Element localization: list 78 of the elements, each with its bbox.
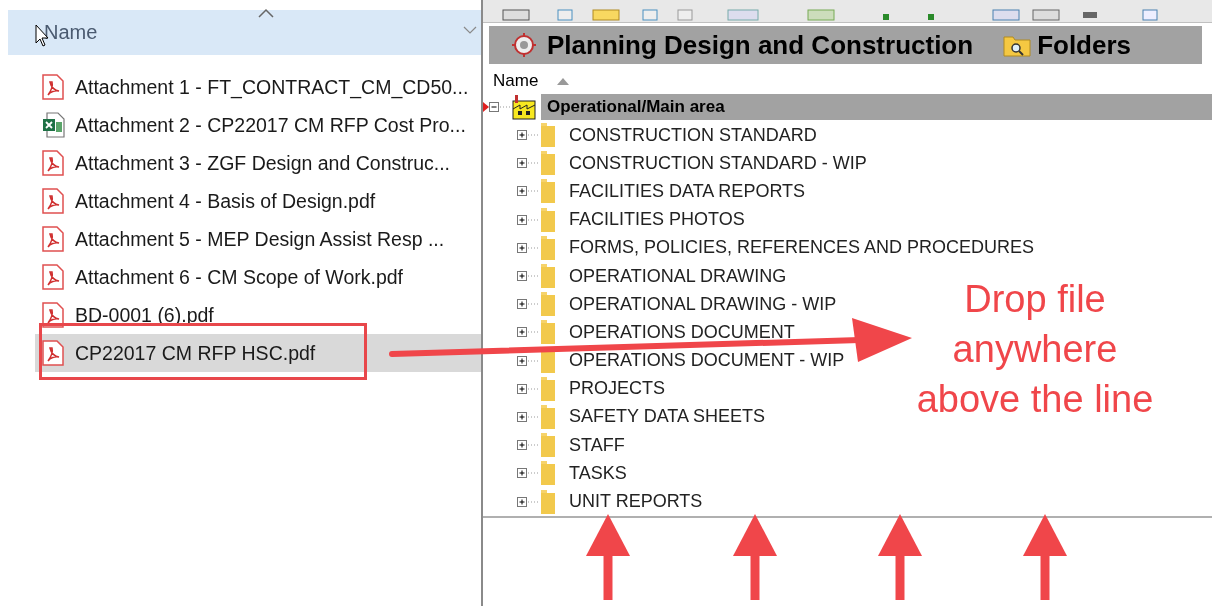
tree-item[interactable]: CONSTRUCTION STANDARD <box>569 124 817 146</box>
annotation-text: Drop file anywhere above the line <box>915 277 1155 422</box>
collapse-icon[interactable] <box>489 101 511 113</box>
tree-item[interactable]: UNIT REPORTS <box>569 491 703 513</box>
folder-icon <box>539 234 557 261</box>
pointer-icon <box>483 102 489 112</box>
tree-item[interactable]: TASKS <box>569 462 627 484</box>
file-name: Attachment 4 - Basis of Design.pdf <box>75 189 376 213</box>
expand-icon[interactable] <box>517 298 539 311</box>
file-row[interactable]: CP22017 CM RFP HSC.pdf <box>35 334 481 372</box>
expand-icon[interactable] <box>517 495 539 508</box>
file-name: Attachment 5 - MEP Design Assist Resp ... <box>75 227 445 251</box>
expand-icon[interactable] <box>517 410 539 423</box>
folder-icon <box>539 403 557 430</box>
pdf-file-icon <box>42 149 65 177</box>
pdf-file-icon <box>42 225 65 253</box>
file-name: CP22017 CM RFP HSC.pdf <box>75 341 316 365</box>
folders-label: Folders <box>1037 29 1132 61</box>
factory-icon <box>511 93 537 121</box>
file-row[interactable]: Attachment 2 - CP22017 CM RFP Cost Pro... <box>0 106 481 144</box>
file-name: Attachment 6 - CM Scope of Work.pdf <box>75 265 404 289</box>
file-row[interactable]: Attachment 1 - FT_CONTRACT_CM_CD50... <box>0 68 481 106</box>
folder-icon <box>539 291 557 318</box>
file-row[interactable]: Attachment 4 - Basis of Design.pdf <box>0 182 481 220</box>
tree-root-item[interactable]: Operational/Main area <box>541 94 1212 120</box>
folder-icon <box>539 432 557 459</box>
folder-icon <box>539 263 557 290</box>
folder-icon <box>539 319 557 346</box>
tree-item[interactable]: SAFETY DATA SHEETS <box>569 406 766 428</box>
pdf-file-icon <box>42 73 65 101</box>
pdf-file-icon <box>42 187 65 215</box>
column-header[interactable]: Name <box>493 71 539 91</box>
pdf-file-icon <box>42 301 65 329</box>
tree-item[interactable]: STAFF <box>569 434 625 456</box>
tree-item[interactable]: OPERATIONAL DRAWING <box>569 265 787 287</box>
target-icon <box>511 32 537 58</box>
folder-icon <box>539 122 557 149</box>
tree-item[interactable]: PROJECTS <box>569 378 665 400</box>
panel-title: Planning Design and Construction <box>547 29 974 61</box>
expand-icon[interactable] <box>517 213 539 226</box>
tree-item[interactable]: FORMS, POLICIES, REFERENCES AND PROCEDURES <box>569 237 1035 259</box>
folder-search-icon <box>1003 33 1032 57</box>
expand-icon[interactable] <box>517 354 539 367</box>
folder-icon <box>539 150 557 177</box>
file-name: Attachment 2 - CP22017 CM RFP Cost Pro... <box>75 113 466 137</box>
spreadsheet-file-icon <box>42 111 65 139</box>
tree-item[interactable]: OPERATIONS DOCUMENT <box>569 321 795 343</box>
file-row[interactable]: Attachment 6 - CM Scope of Work.pdf <box>0 258 481 296</box>
chevron-down-icon[interactable] <box>463 26 477 34</box>
expand-icon[interactable] <box>517 241 539 254</box>
tree-item[interactable]: OPERATIONS DOCUMENT - WIP <box>569 350 845 372</box>
file-name: Attachment 3 - ZGF Design and Construc... <box>75 151 450 175</box>
column-header[interactable]: Name <box>8 10 481 55</box>
folder-icon <box>539 460 557 487</box>
expand-icon[interactable] <box>517 185 539 198</box>
folder-icon <box>539 206 557 233</box>
expand-icon[interactable] <box>517 382 539 395</box>
tree-item[interactable]: OPERATIONAL DRAWING - WIP <box>569 293 837 315</box>
expand-icon[interactable] <box>517 439 539 452</box>
expand-icon[interactable] <box>517 129 539 142</box>
folder-icon <box>539 178 557 205</box>
tree-item[interactable]: FACILITIES PHOTOS <box>569 209 745 231</box>
expand-icon[interactable] <box>517 467 539 480</box>
tree-item[interactable]: CONSTRUCTION STANDARD - WIP <box>569 152 867 174</box>
pdf-file-icon <box>42 339 65 367</box>
file-row[interactable]: Attachment 5 - MEP Design Assist Resp ... <box>0 220 481 258</box>
folder-icon <box>539 375 557 402</box>
file-row[interactable]: Attachment 3 - ZGF Design and Construc... <box>0 144 481 182</box>
tree-item[interactable]: FACILITIES DATA REPORTS <box>569 180 806 202</box>
folder-icon <box>539 488 557 515</box>
sort-ascending-icon <box>258 8 274 18</box>
expand-icon[interactable] <box>517 157 539 170</box>
expand-icon[interactable] <box>517 270 539 283</box>
column-label: Name <box>44 21 98 44</box>
file-name: Attachment 1 - FT_CONTRACT_CM_CD50... <box>75 75 469 99</box>
sort-ascending-icon <box>556 77 571 85</box>
expand-icon[interactable] <box>517 326 539 339</box>
pdf-file-icon <box>42 263 65 291</box>
